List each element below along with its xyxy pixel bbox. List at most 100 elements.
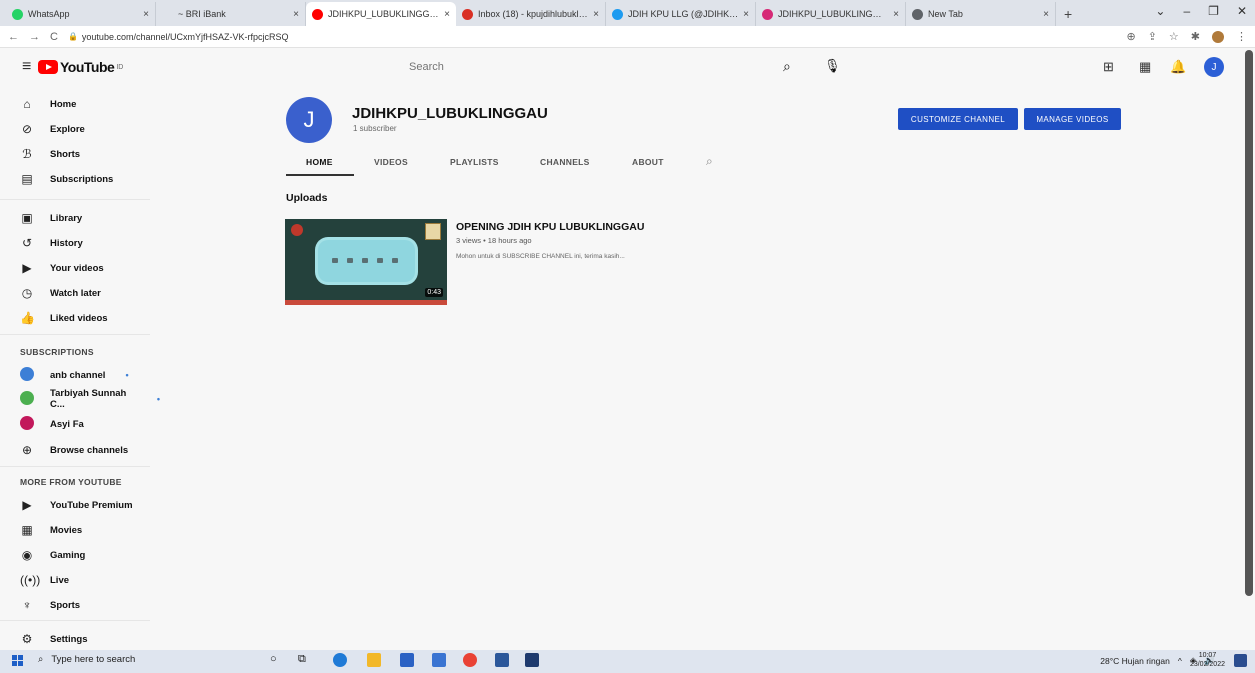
notifications-bell-icon[interactable]: 🔔	[1170, 59, 1186, 75]
sidebar-item-your-videos[interactable]: ▶ Your videos	[20, 261, 103, 275]
browser-extensions: ⊕ ⇪ ☆ ✱ ⋮	[1126, 30, 1247, 43]
sidebar-item-youtube-premium[interactable]: ▶ YouTube Premium	[20, 498, 132, 512]
sidebar-item-movies[interactable]: ▦ Movies	[20, 523, 82, 537]
video-description: Mohon untuk di SUBSCRIBE CHANNEL ini, te…	[456, 253, 625, 260]
tab-title: JDIH KPU LLG (@JDIHKPU_LLG)	[628, 9, 738, 19]
browser-tab-3[interactable]: Inbox (18) - kpujdihlubuklingga ×	[456, 2, 606, 26]
edge-icon[interactable]	[333, 653, 347, 667]
new-tab-button[interactable]: +	[1056, 6, 1080, 26]
sidebar-subscription-0[interactable]: anb channel •	[20, 366, 129, 382]
clock[interactable]: 10:07 23/02/2022	[1190, 651, 1225, 669]
close-tab-icon[interactable]: ×	[743, 9, 749, 20]
youtube-premium-icon: ▶	[22, 498, 32, 512]
tab-favicon-icon	[462, 8, 473, 20]
file-explorer-icon[interactable]	[367, 653, 381, 667]
browser-tab-0[interactable]: WhatsApp ×	[6, 2, 156, 26]
sidebar-item-history[interactable]: ↺ History	[20, 236, 83, 250]
close-tab-icon[interactable]: ×	[593, 9, 599, 20]
close-tab-icon[interactable]: ×	[893, 9, 899, 20]
browser-tab-2[interactable]: JDIHKPU_LUBUKLINGGAU - Yo ×	[306, 2, 456, 26]
sidebar-item-label: Subscriptions	[50, 173, 114, 185]
page-scrollbar[interactable]	[1245, 50, 1253, 596]
sidebar-item-live[interactable]: ((•)) Live	[20, 573, 69, 587]
browser-tab-5[interactable]: JDIHKPU_LUBUKLINGGAU (@jd ×	[756, 2, 906, 26]
sidebar-item-subscriptions[interactable]: ▤ Subscriptions	[20, 172, 113, 186]
channel-search-icon[interactable]: ⌕	[706, 154, 713, 169]
video-thumbnail[interactable]: 0:43	[285, 219, 447, 305]
close-tab-icon[interactable]: ×	[293, 9, 299, 20]
browser-tab-4[interactable]: JDIH KPU LLG (@JDIHKPU_LLG) ×	[606, 2, 756, 26]
app-icon[interactable]	[525, 653, 539, 667]
video-duration: 0:43	[425, 288, 443, 297]
browser-tab-strip: WhatsApp × ~ BRI iBank × JDIHKPU_LUBUKLINGGA…	[0, 0, 1255, 26]
sports-icon: ♆	[22, 598, 32, 612]
taskbar-search[interactable]: ⌕ Type here to search	[38, 654, 135, 665]
channel-name: JDIHKPU_LUBUKLINGGAU	[352, 105, 548, 122]
hamburger-menu-icon[interactable]: ≡	[22, 58, 31, 76]
word-icon[interactable]	[495, 653, 509, 667]
reload-icon[interactable]: C	[50, 31, 58, 43]
forward-icon[interactable]: →	[29, 31, 40, 43]
sidebar-subscription-1[interactable]: Tarbiyah Sunnah C... •	[20, 388, 160, 410]
tab-videos[interactable]: VIDEOS	[374, 157, 408, 167]
manage-videos-button[interactable]: MANAGE VIDEOS	[1024, 108, 1121, 130]
create-video-icon[interactable]: ⊞	[1103, 59, 1114, 75]
sidebar-item-library[interactable]: ▣ Library	[20, 211, 82, 225]
uploads-heading[interactable]: Uploads	[286, 192, 327, 204]
gaming-icon: ◉	[21, 548, 33, 562]
apps-grid-icon[interactable]: ▦	[1139, 59, 1151, 75]
store-icon[interactable]	[400, 653, 414, 667]
close-tab-icon[interactable]: ×	[143, 9, 149, 20]
windows-start-icon[interactable]	[12, 655, 23, 666]
sidebar-item-liked-videos[interactable]: 👍 Liked videos	[20, 311, 108, 325]
close-tab-icon[interactable]: ×	[1043, 9, 1049, 20]
back-icon[interactable]: ←	[8, 31, 19, 43]
cortana-icon[interactable]: ○	[270, 653, 284, 667]
sidebar-subscription-2[interactable]: Asyi Fa	[20, 415, 84, 431]
install-icon[interactable]: ⊕	[1126, 30, 1135, 43]
youtube-logo[interactable]: YouTube ID	[38, 59, 123, 75]
sidebar-item-watch-later[interactable]: ◷ Watch later	[20, 286, 101, 300]
sidebar: ⌂ Home ⊘ Explore ℬ Shorts ▤ Subscriptions ▣ Libra…	[0, 88, 160, 650]
sidebar-item-sports[interactable]: ♆ Sports	[20, 598, 81, 612]
sidebar-subscription-3[interactable]: ⊕ Browse channels	[20, 443, 128, 457]
share-icon[interactable]: ⇪	[1148, 30, 1157, 43]
sidebar-item-shorts[interactable]: ℬ Shorts	[20, 147, 80, 161]
chevron-up-icon[interactable]: ^	[1178, 656, 1182, 666]
sidebar-item-label: Library	[50, 212, 83, 224]
sidebar-item-explore[interactable]: ⊘ Explore	[20, 122, 85, 136]
minimize-icon[interactable]: –	[1183, 4, 1190, 18]
tab-home[interactable]: HOME	[306, 157, 333, 167]
microphone-icon[interactable]: 🎙	[824, 58, 841, 74]
sidebar-item-settings[interactable]: ⚙ Settings	[20, 632, 88, 646]
video-title[interactable]: OPENING JDIH KPU LUBUKLINGGAU	[456, 221, 644, 233]
star-icon[interactable]: ☆	[1169, 30, 1179, 43]
notification-center-icon[interactable]	[1234, 654, 1247, 667]
browser-tab-1[interactable]: ~ BRI iBank ×	[156, 2, 306, 26]
restore-icon[interactable]: ❐	[1208, 4, 1219, 18]
close-window-icon[interactable]: ✕	[1237, 4, 1247, 18]
tab-playlists[interactable]: PLAYLISTS	[450, 157, 499, 167]
channel-avatar-icon	[20, 390, 34, 408]
search-input[interactable]	[397, 61, 809, 73]
sidebar-item-home[interactable]: ⌂ Home	[20, 97, 76, 111]
mail-icon[interactable]	[432, 653, 446, 667]
tab-search-icon[interactable]: ⌄	[1155, 4, 1165, 18]
extensions-icon[interactable]: ✱	[1191, 30, 1200, 43]
tab-channels[interactable]: CHANNELS	[540, 157, 590, 167]
url-field[interactable]: 🔒 youtube.com/channel/UCxmYjfHSAZ-VK-rfp…	[68, 32, 1117, 42]
sidebar-divider	[0, 620, 150, 621]
search-icon[interactable]: ⌕	[783, 58, 791, 75]
close-tab-icon[interactable]: ×	[444, 9, 450, 20]
browser-tab-6[interactable]: New Tab ×	[906, 2, 1056, 26]
tab-about[interactable]: ABOUT	[632, 157, 664, 167]
profile-icon[interactable]	[1212, 30, 1224, 43]
sidebar-item-gaming[interactable]: ◉ Gaming	[20, 548, 86, 562]
task-view-icon[interactable]: ⧉	[298, 653, 312, 667]
account-avatar[interactable]: J	[1204, 57, 1224, 77]
chrome-icon[interactable]	[463, 653, 477, 667]
menu-icon[interactable]: ⋮	[1236, 30, 1247, 43]
weather-text[interactable]: 28°C Hujan ringan	[1100, 656, 1170, 666]
search-box[interactable]	[397, 56, 809, 78]
customize-channel-button[interactable]: CUSTOMIZE CHANNEL	[898, 108, 1018, 130]
